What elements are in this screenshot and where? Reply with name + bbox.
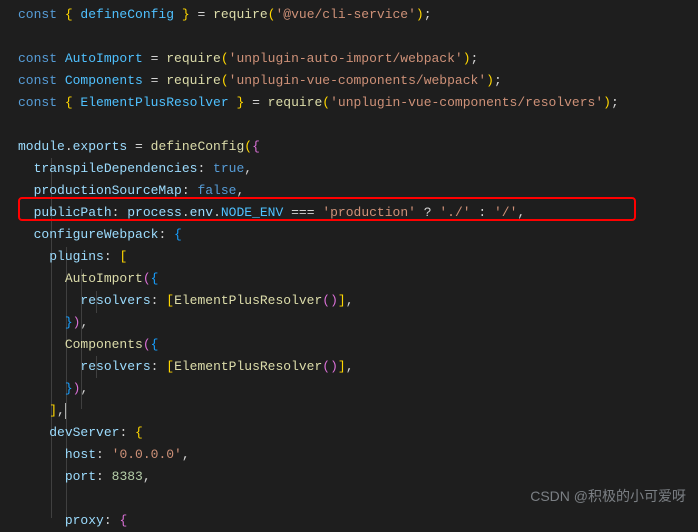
code-line[interactable]: transpileDependencies: true, — [18, 158, 698, 180]
code-editor[interactable]: const { defineConfig } = require('@vue/c… — [18, 4, 698, 532]
code-line[interactable]: configureWebpack: { — [18, 224, 698, 246]
code-line[interactable]: publicPath: process.env.NODE_ENV === 'pr… — [18, 202, 698, 224]
code-line[interactable]: resolvers: [ElementPlusResolver()], — [18, 290, 698, 312]
code-line[interactable] — [18, 114, 698, 136]
code-line[interactable]: const Components = require('unplugin-vue… — [18, 70, 698, 92]
cursor — [65, 403, 66, 419]
code-line[interactable]: }), — [18, 378, 698, 400]
code-line[interactable]: productionSourceMap: false, — [18, 180, 698, 202]
code-line[interactable] — [18, 26, 698, 48]
code-line[interactable]: proxy: { — [18, 510, 698, 532]
code-line[interactable] — [18, 488, 698, 510]
code-line[interactable]: host: '0.0.0.0', — [18, 444, 698, 466]
code-line[interactable]: const { defineConfig } = require('@vue/c… — [18, 4, 698, 26]
code-line[interactable]: port: 8383, — [18, 466, 698, 488]
code-line[interactable]: AutoImport({ — [18, 268, 698, 290]
code-line[interactable]: const AutoImport = require('unplugin-aut… — [18, 48, 698, 70]
code-line[interactable]: module.exports = defineConfig({ — [18, 136, 698, 158]
code-line[interactable]: Components({ — [18, 334, 698, 356]
code-line[interactable]: ], — [18, 400, 698, 422]
code-line[interactable]: resolvers: [ElementPlusResolver()], — [18, 356, 698, 378]
code-line[interactable]: plugins: [ — [18, 246, 698, 268]
code-line[interactable]: }), — [18, 312, 698, 334]
code-line[interactable]: const { ElementPlusResolver } = require(… — [18, 92, 698, 114]
code-line[interactable]: devServer: { — [18, 422, 698, 444]
